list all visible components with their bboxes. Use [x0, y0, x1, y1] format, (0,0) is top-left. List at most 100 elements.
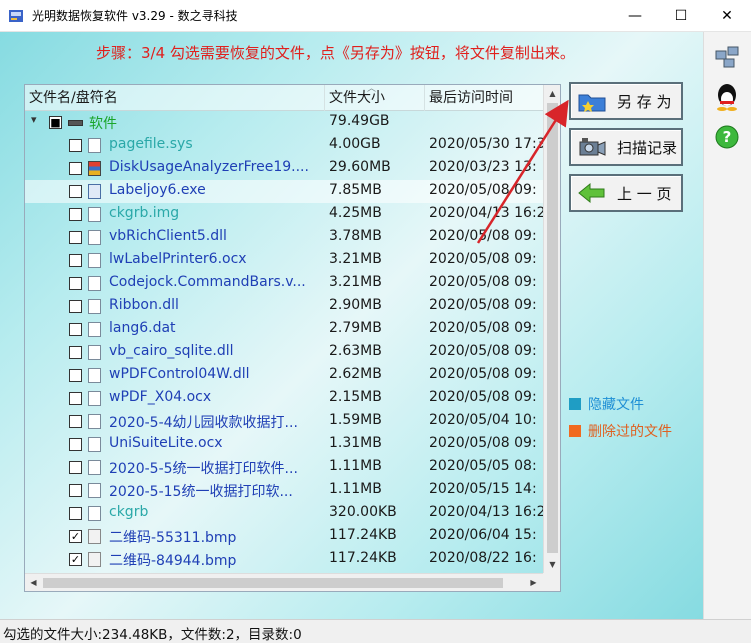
scroll-corner	[543, 573, 560, 591]
previous-page-button[interactable]: 上 一 页	[569, 174, 683, 212]
column-name[interactable]: 文件名/盘符名	[25, 85, 325, 111]
scroll-right-arrow-icon[interactable]: ▶	[525, 574, 542, 591]
row-checkbox[interactable]	[69, 300, 82, 313]
scan-record-button[interactable]: 扫描记录	[569, 128, 683, 166]
row-checkbox[interactable]	[69, 323, 82, 336]
file-name: ckgrb.img	[109, 205, 180, 221]
file-size: 2.63MB	[329, 343, 382, 359]
file-size: 1.11MB	[329, 481, 382, 497]
scroll-left-arrow-icon[interactable]: ◀	[25, 574, 42, 591]
file-date: 2020/05/08 09:	[429, 182, 537, 198]
row-checkbox[interactable]	[69, 139, 82, 152]
file-name: pagefile.sys	[109, 136, 193, 152]
file-date: 2020/05/04 10:	[429, 412, 537, 428]
file-file-icon	[88, 483, 101, 498]
table-row[interactable]: lang6.dat 2.79MB 2020/05/08 09:	[25, 318, 543, 341]
column-date[interactable]: 最后访问时间	[425, 85, 543, 111]
row-checkbox[interactable]: ✓	[69, 530, 82, 543]
file-name: vbRichClient5.dll	[109, 228, 227, 244]
horizontal-scrollbar[interactable]: ◀ ▶	[25, 573, 543, 591]
vertical-scrollbar[interactable]: ▲ ▼	[543, 85, 560, 573]
row-checkbox[interactable]	[69, 438, 82, 451]
file-list[interactable]: 文件名/盘符名 文件大小 最后访问时间 ︿ ▾ ■ 软件 79.49GB pagefil…	[24, 84, 561, 592]
table-row[interactable]: 2020-5-4幼儿园收款收据打... 1.59MB 2020/05/04 10:	[25, 410, 543, 433]
scroll-down-arrow-icon[interactable]: ▼	[544, 556, 561, 573]
file-name: lwLabelPrinter6.ocx	[109, 251, 247, 267]
table-row[interactable]: ckgrb 320.00KB 2020/04/13 16:2	[25, 502, 543, 525]
table-row[interactable]: wPDFControl04W.dll 2.62MB 2020/05/08 09:	[25, 364, 543, 387]
row-checkbox[interactable]: ✓	[69, 553, 82, 566]
table-row[interactable]: UniSuiteLite.ocx 1.31MB 2020/05/08 09:	[25, 433, 543, 456]
table-row[interactable]: ✓ 二维码-84944.bmp 117.24KB 2020/08/22 16:	[25, 548, 543, 571]
row-checkbox[interactable]	[69, 484, 82, 497]
file-date: 2020/06/04 15:	[429, 527, 537, 543]
status-bar: 勾选的文件大小:234.48KB，文件数:2，目录数:0	[0, 619, 751, 643]
file-date: 2020/08/22 16:	[429, 550, 537, 566]
file-date: 2020/05/05 08:	[429, 458, 537, 474]
file-name: 2020-5-5统一收据打印软件...	[109, 461, 298, 477]
row-checkbox[interactable]	[69, 507, 82, 520]
file-file-icon	[88, 391, 101, 406]
row-checkbox[interactable]	[69, 185, 82, 198]
table-row[interactable]: lwLabelPrinter6.ocx 3.21MB 2020/05/08 09:	[25, 249, 543, 272]
table-row[interactable]: Ribbon.dll 2.90MB 2020/05/08 09:	[25, 295, 543, 318]
row-checkbox[interactable]	[69, 254, 82, 267]
sort-indicator-icon: ︿	[367, 84, 377, 94]
table-row[interactable]: pagefile.sys 4.00GB 2020/05/30 17:3	[25, 134, 543, 157]
table-row[interactable]: vb_cairo_sqlite.dll 2.63MB 2020/05/08 09:	[25, 341, 543, 364]
row-checkbox[interactable]	[69, 277, 82, 290]
scroll-up-arrow-icon[interactable]: ▲	[544, 85, 561, 102]
vertical-scroll-thumb[interactable]	[547, 103, 558, 553]
row-checkbox[interactable]	[69, 392, 82, 405]
table-row[interactable]: 2020-5-15统一收据打印软... 1.11MB 2020/05/15 14:	[25, 479, 543, 502]
file-file-icon	[88, 138, 101, 153]
file-name: ckgrb	[109, 504, 149, 520]
table-row[interactable]: Labeljoy6.exe 7.85MB 2020/05/08 09:	[25, 180, 543, 203]
file-name: 2020-5-4幼儿园收款收据打...	[109, 415, 298, 431]
camera-icon	[577, 135, 607, 159]
row-checkbox[interactable]	[69, 162, 82, 175]
file-rows: ▾ ■ 软件 79.49GB pagefile.sys 4.00GB 2020/05/30 …	[25, 111, 543, 573]
file-file-icon	[88, 368, 101, 383]
file-name: Codejock.CommandBars.v...	[109, 274, 306, 290]
table-row[interactable]: vbRichClient5.dll 3.78MB 2020/05/08 09:	[25, 226, 543, 249]
table-row[interactable]: ckgrb.img 4.25MB 2020/04/13 16:2	[25, 203, 543, 226]
file-size: 117.24KB	[329, 550, 397, 566]
row-checkbox[interactable]	[69, 231, 82, 244]
file-date: 2020/05/08 09:	[429, 228, 537, 244]
row-checkbox[interactable]	[69, 461, 82, 474]
file-file-icon	[88, 437, 101, 452]
legend-deleted-label: 删除过的文件	[588, 424, 672, 440]
table-row[interactable]: 2020-5-5统一收据打印软件... 1.11MB 2020/05/05 08:	[25, 456, 543, 479]
table-row[interactable]: wPDF_X04.ocx 2.15MB 2020/05/08 09:	[25, 387, 543, 410]
table-row[interactable]: ✓ 二维码-55311.bmp 117.24KB 2020/06/04 15:	[25, 525, 543, 548]
file-size: 3.78MB	[329, 228, 382, 244]
file-date: 2020/05/08 09:	[429, 343, 537, 359]
horizontal-scroll-thumb[interactable]	[43, 578, 503, 588]
close-button[interactable]: ✕	[704, 0, 750, 32]
legend-hidden-files: 隐藏文件	[569, 394, 644, 414]
expand-toggle-icon[interactable]: ▾	[31, 113, 37, 126]
file-size: 2.79MB	[329, 320, 382, 336]
row-checkbox[interactable]	[69, 208, 82, 221]
file-size: 4.00GB	[329, 136, 381, 152]
row-checkbox[interactable]	[69, 415, 82, 428]
maximize-button[interactable]: ☐	[658, 0, 704, 32]
file-date: 2020/05/08 09:	[429, 251, 537, 267]
file-size: 117.24KB	[329, 527, 397, 543]
minimize-button[interactable]: —	[612, 0, 658, 32]
row-checkbox[interactable]	[69, 369, 82, 382]
file-size: 7.85MB	[329, 182, 382, 198]
table-row[interactable]: DiskUsageAnalyzerFree19.... 29.60MB 2020/0…	[25, 157, 543, 180]
qq-icon[interactable]	[712, 82, 742, 112]
row-checkbox[interactable]: ■	[49, 116, 62, 129]
save-as-button[interactable]: 另 存 为	[569, 82, 683, 120]
network-icon[interactable]	[712, 42, 742, 72]
table-row[interactable]: Codejock.CommandBars.v... 3.21MB 2020/05/0…	[25, 272, 543, 295]
help-icon[interactable]: ?	[712, 122, 742, 152]
file-file-icon	[88, 460, 101, 475]
row-checkbox[interactable]	[69, 346, 82, 359]
table-row[interactable]: ▾ ■ 软件 79.49GB	[25, 111, 543, 134]
file-size: 320.00KB	[329, 504, 397, 520]
legend-deleted-files: 删除过的文件	[569, 421, 672, 441]
